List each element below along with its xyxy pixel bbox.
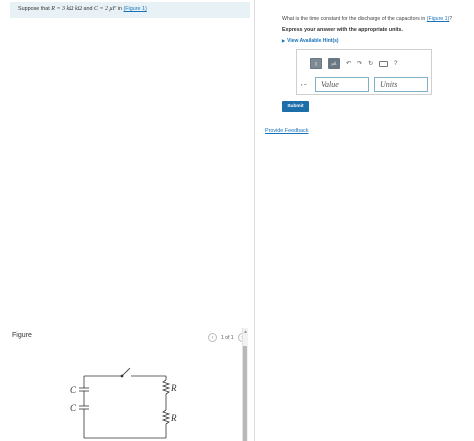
page: Suppose that R = 3 kΩ kΩ and C = 2 μF in… xyxy=(0,0,474,441)
figure-scrollbar-thumb[interactable] xyxy=(243,346,247,441)
hints-label: View Available Hint(s) xyxy=(287,38,339,44)
question-figure-link[interactable]: (Figure 1) xyxy=(427,16,450,22)
intro-r-value: R = 3 kΩ kΩ xyxy=(51,6,82,12)
keyboard-icon[interactable] xyxy=(379,60,389,67)
figure-pager: ‹ 1 of 1 › xyxy=(208,333,247,342)
question-text: What is the time constant for the discha… xyxy=(282,16,427,22)
tau-variable-label: τ = xyxy=(301,82,307,87)
templates-button[interactable]: ▯ xyxy=(310,58,322,69)
resistor-1 xyxy=(161,379,171,395)
value-input[interactable]: Value xyxy=(315,77,369,92)
reset-icon[interactable]: ↻ xyxy=(368,60,373,67)
intro-c-value: C = 2 μF xyxy=(94,6,117,12)
resistor-2-label: R xyxy=(170,413,177,423)
question-suffix: ? xyxy=(449,16,453,22)
part-question: What is the time constant for the discha… xyxy=(282,16,452,22)
capacitor-2-label: C xyxy=(70,403,77,413)
help-icon[interactable]: ? xyxy=(394,61,397,67)
intro-mid: and xyxy=(82,6,94,12)
hints-caret-icon: ▶ xyxy=(282,38,286,43)
answer-pane: What is the time constant for the discha… xyxy=(255,0,474,441)
answer-entry-box: ▯ μÅ ↶ ↷ ↻ ? τ = Value Units xyxy=(296,49,432,95)
figure-link[interactable]: (Figure 1) xyxy=(123,6,146,12)
view-hints-toggle[interactable]: ▶ View Available Hint(s) xyxy=(282,38,339,44)
answer-instruction: Express your answer with the appropriate… xyxy=(282,27,403,33)
redo-icon[interactable]: ↷ xyxy=(357,60,362,67)
resistor-2 xyxy=(161,409,171,425)
provide-feedback-link[interactable]: Provide Feedback xyxy=(265,128,308,134)
undo-icon[interactable]: ↶ xyxy=(346,60,351,67)
circuit-switch xyxy=(121,367,131,377)
capacitor-1-label: C xyxy=(70,385,77,395)
submit-button[interactable]: Submit xyxy=(282,101,309,112)
resistor-1-label: R xyxy=(170,383,177,393)
problem-intro: Suppose that R = 3 kΩ kΩ and C = 2 μF in… xyxy=(10,2,250,18)
answer-toolbar: ▯ μÅ ↶ ↷ ↻ ? xyxy=(310,58,397,69)
pager-text: 1 of 1 xyxy=(221,334,234,341)
units-symbols-button[interactable]: μÅ xyxy=(328,58,340,69)
intro-prefix: Suppose that xyxy=(18,6,52,12)
prev-figure-button[interactable]: ‹ xyxy=(208,333,217,342)
rc-circuit-diagram: C C R R xyxy=(70,367,177,439)
scroll-up-arrow-icon[interactable]: ▲ xyxy=(243,329,248,335)
problem-pane: Suppose that R = 3 kΩ kΩ and C = 2 μF in… xyxy=(0,0,254,441)
units-input[interactable]: Units xyxy=(374,77,428,92)
figure-heading: Figure xyxy=(12,332,32,339)
switch-pivot xyxy=(120,374,124,378)
